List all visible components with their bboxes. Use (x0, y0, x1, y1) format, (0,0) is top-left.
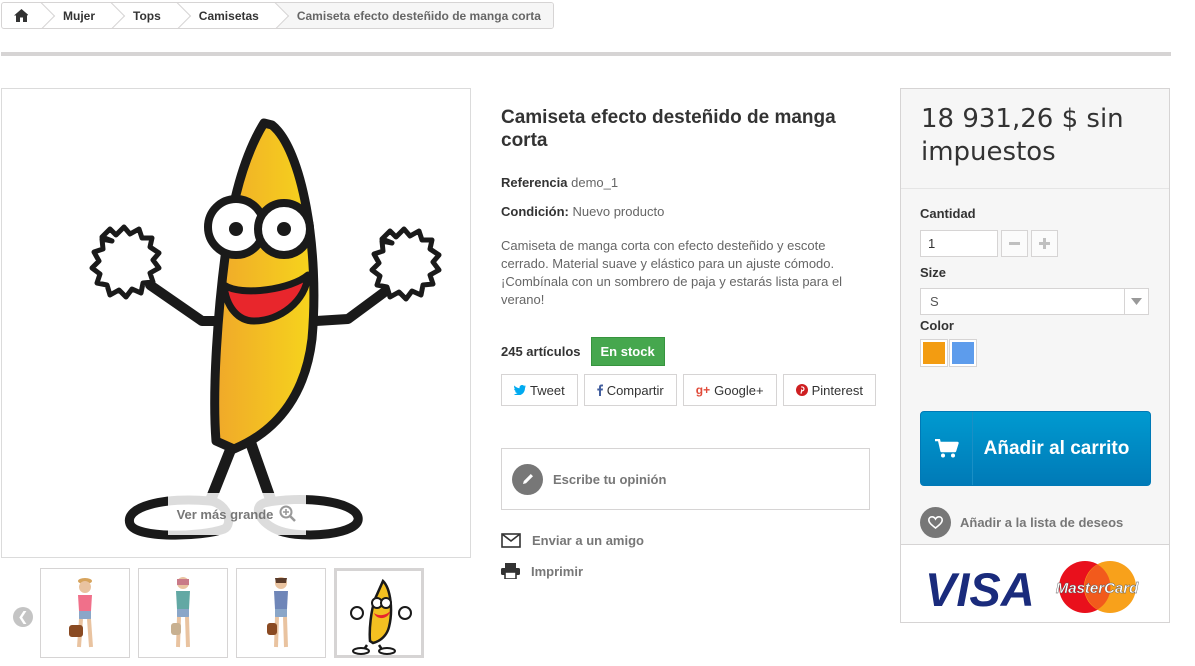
stock-count: 245 artículos (501, 344, 581, 359)
breadcrumb-current: Camiseta efecto desteñido de manga corta (276, 3, 553, 28)
quantity-input[interactable]: 1 (920, 230, 998, 257)
stock-line: 245 artículos En stock (501, 337, 665, 366)
condition-label: Condición: (501, 204, 569, 219)
facebook-share-button[interactable]: Compartir (583, 374, 677, 406)
chevron-left-icon[interactable]: ❮ (13, 607, 33, 627)
size-selected-value: S (930, 294, 939, 309)
add-to-cart-button[interactable]: Añadir al carrito (920, 411, 1151, 486)
zoom-link[interactable]: Ver más grande (168, 493, 306, 535)
heart-icon (920, 507, 951, 538)
thumbnail-4[interactable] (334, 568, 424, 658)
reference-value: demo_1 (571, 175, 619, 190)
home-icon (14, 9, 29, 22)
wishlist-link[interactable]: Añadir a la lista de deseos (920, 507, 1123, 538)
pinterest-button[interactable]: Pinterest (782, 374, 876, 406)
tweet-button[interactable]: Tweet (501, 374, 578, 406)
send-to-friend-label: Enviar a un amigo (532, 533, 644, 548)
minus-icon (1009, 242, 1020, 245)
shopping-cart-icon (921, 412, 973, 485)
envelope-icon (501, 533, 521, 548)
breadcrumb: Mujer Tops Camisetas Camiseta efecto des… (1, 2, 554, 29)
plus-icon (1039, 238, 1050, 249)
facebook-icon (596, 384, 603, 396)
banana-image (89, 118, 442, 540)
chevron-down-icon (1124, 289, 1148, 314)
price-area: 18 931,26 $ sin impuestos (901, 89, 1169, 189)
facebook-share-label: Compartir (606, 382, 664, 398)
buy-box: 18 931,26 $ sin impuestos Cantidad 1 Siz… (900, 88, 1170, 623)
google-plus-button[interactable]: g+ Google+ (682, 374, 777, 406)
write-review-box[interactable]: Escribe tu opinión (501, 448, 870, 510)
send-to-friend-link[interactable]: Enviar a un amigo (501, 533, 644, 548)
breadcrumb-item-camisetas[interactable]: Camisetas (179, 3, 277, 28)
wishlist-label: Añadir a la lista de deseos (960, 515, 1124, 530)
payment-logos: VISA MasterCard (901, 544, 1169, 622)
magnifier-plus-icon (279, 505, 297, 522)
breadcrumb-home[interactable] (2, 3, 43, 28)
thumbnail-3[interactable] (236, 568, 326, 658)
quantity-increase-button[interactable] (1031, 230, 1058, 257)
size-label: Size (920, 265, 947, 280)
twitter-icon (514, 385, 526, 395)
size-select[interactable]: S (920, 288, 1149, 315)
product-main-image[interactable]: Ver más grande (1, 88, 471, 558)
tweet-label: Tweet (530, 382, 565, 398)
product-title: Camiseta efecto desteñido de manga corta (501, 107, 836, 151)
color-swatch-orange[interactable] (920, 339, 948, 367)
mastercard-logo: MasterCard (1056, 580, 1139, 597)
google-plus-icon: g+ (695, 383, 711, 397)
social-share-buttons: Tweet Compartir g+ Google+ Pinterest (501, 374, 876, 406)
thumbnail-1[interactable] (40, 568, 130, 658)
google-plus-label: Google+ (714, 382, 764, 398)
reference-line: Referencia demo_1 (501, 175, 618, 190)
stock-badge: En stock (590, 337, 665, 366)
reference-label: Referencia (501, 175, 568, 190)
add-to-cart-label: Añadir al carrito (983, 437, 1130, 459)
visa-logo: VISA (925, 563, 1035, 616)
thumbnail-2[interactable] (138, 568, 228, 658)
printer-icon (501, 563, 520, 579)
condition-value: Nuevo producto (572, 204, 665, 219)
print-link[interactable]: Imprimir (501, 563, 583, 579)
product-price: 18 931,26 $ sin impuestos (921, 104, 1124, 167)
product-description: Camiseta de manga corta con efecto deste… (501, 238, 843, 307)
zoom-label: Ver más grande (176, 506, 274, 522)
color-label: Color (920, 318, 954, 333)
print-label: Imprimir (531, 563, 584, 579)
quantity-label: Cantidad (920, 206, 976, 221)
pinterest-label: Pinterest (811, 382, 863, 398)
thumbnail-strip: ❮ (8, 567, 428, 659)
write-review-label: Escribe tu opinión (553, 471, 667, 487)
quantity-decrease-button[interactable] (1001, 230, 1028, 257)
pencil-icon (512, 463, 543, 495)
condition-line: Condición: Nuevo producto (501, 204, 664, 219)
color-swatch-blue[interactable] (949, 339, 977, 367)
header-divider (1, 52, 1171, 56)
pinterest-icon (795, 384, 808, 396)
